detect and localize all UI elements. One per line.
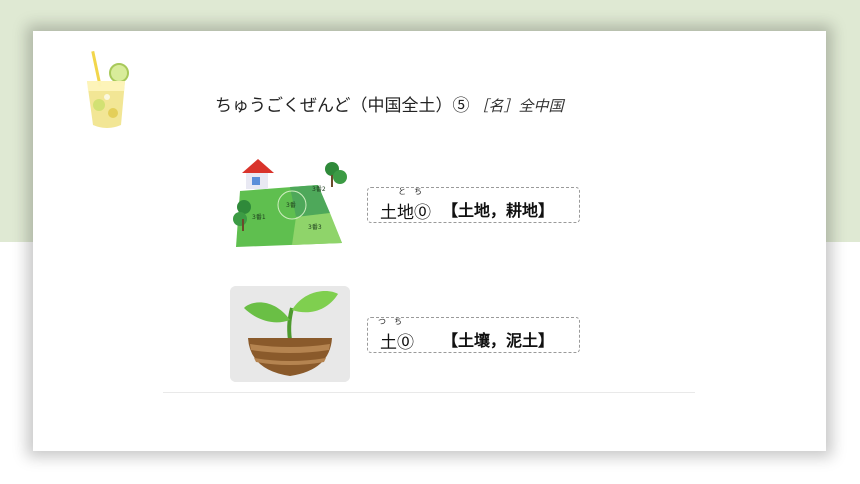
slide-card: ちゅうごくぜんど（中国全土）⑤ ［名］全中国 3番 3番1 3番2 3番3 とち … [33,31,826,451]
divider-line [163,392,695,393]
entry-word: 土地⓪ [380,203,431,223]
land-plot-map-icon: 3番 3番1 3番2 3番3 [233,159,347,247]
entry-word: 土⓪ [380,333,414,353]
plot-label-3-3: 3番3 [308,224,322,231]
plot-label-3-1: 3番1 [252,214,266,221]
lemon-drink-icon [87,51,129,128]
entry-meaning: 【土地，耕地】 [442,201,555,220]
ruby-tsuchi: つち [378,317,410,326]
vocab-entry-tsuchi: つち 土⓪ 【土壤，泥土】 [367,317,580,353]
title-reading: ちゅうごくぜんど（中国全土）⑤ [215,96,470,116]
land-plot-image: 3番 3番1 3番2 3番3 [230,151,350,247]
sprout-in-soil-icon [230,286,350,382]
title-part-of-speech: ［名］全中国 [473,97,564,115]
vocab-title: ちゅうごくぜんど（中国全土）⑤ ［名］全中国 [215,91,564,116]
vocab-entry-tochi: とち 土地⓪ 【土地，耕地】 [367,187,580,223]
plot-label-3-2: 3番2 [312,186,326,193]
ruby-tochi: とち [398,187,430,196]
entry-meaning: 【土壤，泥土】 [442,331,555,350]
plot-label-3: 3番 [286,202,296,209]
sprout-image [230,286,350,382]
